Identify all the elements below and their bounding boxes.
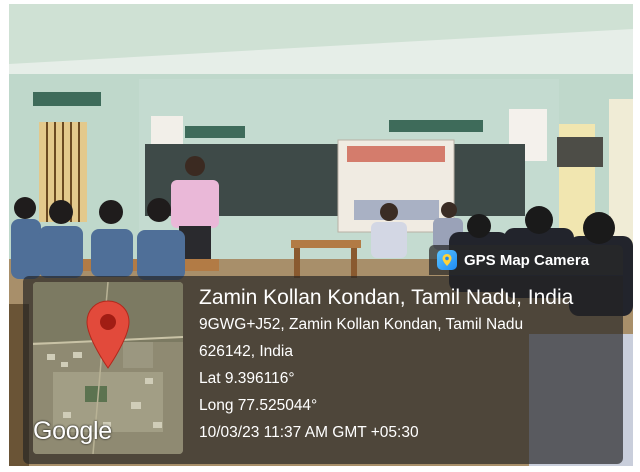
mini-map[interactable]: Google bbox=[33, 282, 183, 454]
map-brand-logo: Google bbox=[33, 417, 112, 445]
map-camera-icon bbox=[437, 250, 457, 270]
gps-camera-badge: GPS Map Camera bbox=[429, 245, 623, 275]
address-line-1: 9GWG+J52, Zamin Kollan Kondan, Tamil Nad… bbox=[199, 316, 524, 333]
address-line-2: 626142, India bbox=[199, 343, 293, 360]
latitude: Lat 9.396116° bbox=[199, 370, 295, 387]
photo-frame: GPS Map Camera Google Zamin Kollan Konda… bbox=[9, 4, 633, 466]
longitude: Long 77.525044° bbox=[199, 397, 318, 414]
location-info: Zamin Kollan Kondan, Tamil Nadu, India 9… bbox=[199, 286, 573, 451]
timestamp: 10/03/23 11:37 AM GMT +05:30 bbox=[199, 424, 419, 441]
location-title: Zamin Kollan Kondan, Tamil Nadu, India bbox=[199, 286, 574, 309]
badge-label: GPS Map Camera bbox=[464, 251, 590, 269]
map-pin-icon bbox=[85, 300, 131, 375]
location-panel: Google Zamin Kollan Kondan, Tamil Nadu, … bbox=[23, 276, 623, 464]
